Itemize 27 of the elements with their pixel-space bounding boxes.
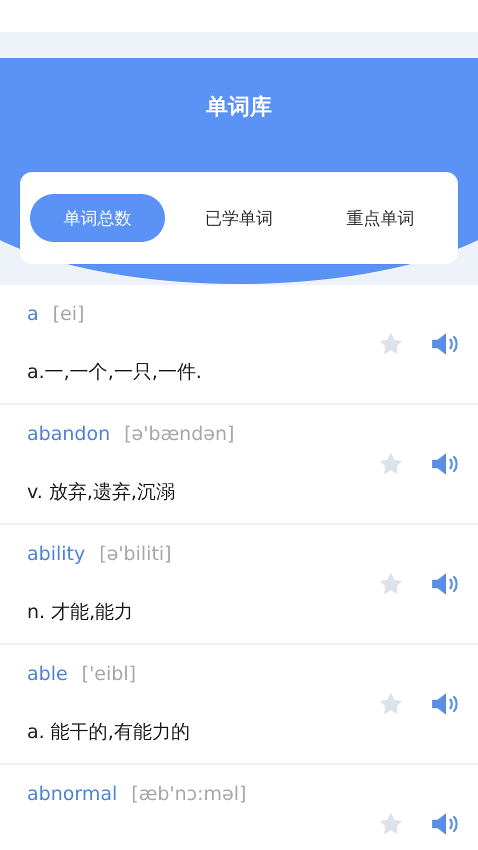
star-icon[interactable] bbox=[378, 451, 404, 477]
speaker-icon[interactable] bbox=[430, 331, 460, 357]
speaker-icon[interactable] bbox=[430, 571, 460, 597]
star-icon[interactable] bbox=[378, 691, 404, 717]
phonetic-text: ['eibl] bbox=[82, 663, 136, 685]
word-text: a bbox=[27, 303, 39, 325]
speaker-icon[interactable] bbox=[430, 691, 460, 717]
page-title: 单词库 bbox=[205, 94, 273, 122]
tab[interactable]: 已学单词 bbox=[172, 194, 306, 242]
phonetic-text: [ə'biliti] bbox=[99, 543, 172, 565]
star-icon[interactable] bbox=[378, 571, 404, 597]
meaning-text: a. 能干的,有能力的 bbox=[27, 720, 191, 745]
tab[interactable]: 重点单词 bbox=[313, 194, 448, 242]
phonetic-text: [ə'bændən] bbox=[124, 423, 234, 445]
word-text: ability bbox=[27, 543, 86, 565]
meaning-text: n. 才能,能力 bbox=[27, 600, 134, 625]
speaker-icon[interactable] bbox=[430, 451, 460, 477]
meaning-text: v. 放弃,遗弃,沉溺 bbox=[27, 480, 176, 505]
phonetic-text: [ei] bbox=[52, 303, 84, 325]
meaning-text: a.一,一个,一只,一件. bbox=[27, 360, 203, 385]
star-icon[interactable] bbox=[378, 331, 404, 357]
word-text: abnormal bbox=[27, 783, 118, 805]
speaker-icon[interactable] bbox=[430, 811, 460, 837]
word-text: able bbox=[27, 663, 68, 685]
star-icon[interactable] bbox=[378, 811, 404, 837]
word-text: abandon bbox=[27, 423, 110, 445]
phonetic-text: [æb'nɔ:məl] bbox=[131, 783, 246, 805]
